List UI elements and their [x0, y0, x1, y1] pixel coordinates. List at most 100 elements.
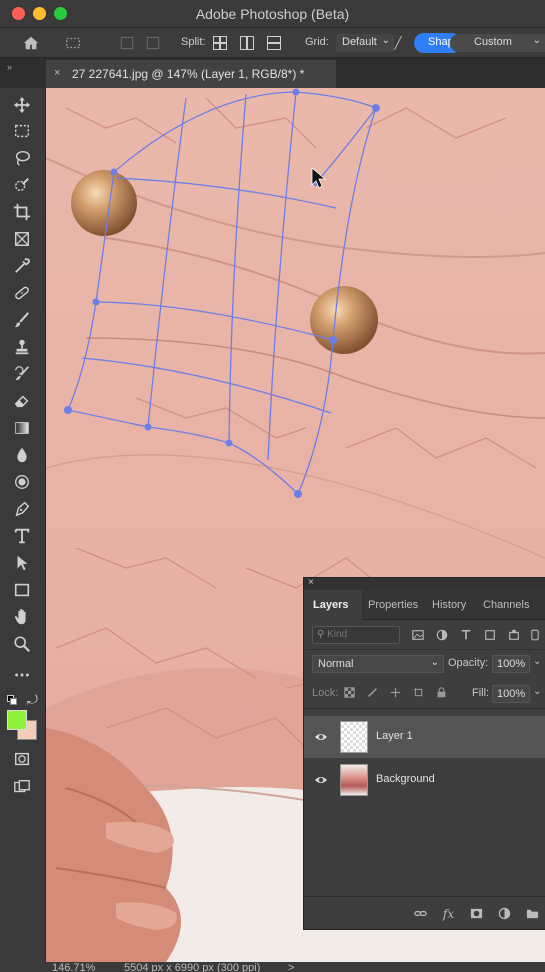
- brush-icon[interactable]: [8, 309, 36, 331]
- grid-select[interactable]: Default ⌄: [336, 34, 394, 52]
- layer-name: Layer 1: [376, 730, 413, 742]
- lock-position-icon[interactable]: [389, 686, 402, 699]
- blend-mode-value: Normal: [318, 658, 354, 670]
- tab-history[interactable]: History: [432, 599, 466, 611]
- layer-row-background[interactable]: Background: [304, 759, 545, 801]
- lock-artboard-icon[interactable]: [412, 686, 425, 699]
- pen-icon[interactable]: [8, 498, 36, 520]
- crop-icon[interactable]: [8, 201, 36, 223]
- custom-select-value: Custom: [474, 36, 512, 48]
- gradient-icon[interactable]: [8, 417, 36, 439]
- add-mask-icon[interactable]: [470, 907, 483, 920]
- search-icon: ⚲: [317, 629, 328, 640]
- document-tab-bar: » × 27 227641.jpg @ 147% (Layer 1, RGB/8…: [0, 58, 545, 88]
- layers-panel-tabs: Layers Properties History Channels: [304, 590, 545, 620]
- healing-icon[interactable]: [8, 282, 36, 304]
- chevron-down-icon: ⌄: [430, 657, 439, 668]
- tab-layers[interactable]: Layers: [313, 599, 348, 611]
- home-icon[interactable]: [20, 34, 42, 52]
- layer-filter-row: ⚲ Kind: [304, 620, 545, 650]
- chevron-down-icon: ⌄: [381, 35, 390, 46]
- hand-icon[interactable]: [8, 606, 36, 628]
- split-label: Split:: [181, 36, 206, 48]
- split-vertical-icon[interactable]: [240, 36, 254, 50]
- layer-row-layer-1[interactable]: Layer 1: [304, 716, 545, 758]
- layer-name: Background: [376, 773, 435, 785]
- zoom-icon[interactable]: [8, 633, 36, 655]
- filter-adjustment-icon[interactable]: [435, 628, 448, 641]
- lock-pixels-icon[interactable]: [366, 686, 379, 699]
- filter-toggle-icon[interactable]: [530, 628, 540, 641]
- lock-all-icon[interactable]: [435, 686, 448, 699]
- move-icon[interactable]: [8, 94, 36, 116]
- filter-type-icon[interactable]: [459, 628, 472, 641]
- type-icon[interactable]: [8, 525, 36, 547]
- custom-select[interactable]: Custom ⌄: [450, 34, 545, 52]
- redo-warp-icon[interactable]: [144, 34, 162, 52]
- fill-input[interactable]: 100%: [492, 685, 530, 703]
- document-size: 5504 px x 6990 px (300 ppi): [124, 962, 261, 972]
- visibility-eye-icon[interactable]: [314, 730, 328, 744]
- lock-label: Lock:: [312, 687, 339, 699]
- filter-pixel-icon[interactable]: [411, 628, 424, 641]
- history-brush-icon[interactable]: [8, 363, 36, 385]
- blend-mode-select[interactable]: Normal ⌄: [312, 655, 444, 673]
- split-cross-icon[interactable]: [213, 36, 227, 50]
- lasso-icon[interactable]: [8, 147, 36, 169]
- close-tab-icon[interactable]: ×: [54, 67, 60, 79]
- quick-mask-icon[interactable]: [8, 748, 36, 770]
- opacity-label: Opacity:: [448, 657, 489, 669]
- title-bar: Adobe Photoshop (Beta): [0, 0, 545, 28]
- layer-filter-input[interactable]: ⚲ Kind: [312, 626, 400, 644]
- layer-thumbnail: [340, 764, 368, 796]
- lock-transparent-icon[interactable]: [343, 686, 356, 699]
- quick-select-icon[interactable]: [8, 174, 36, 196]
- blend-row: Normal ⌄ Opacity: 100% ⌄: [304, 651, 545, 679]
- layers-panel-footer: fx: [304, 896, 545, 930]
- screen-mode-icon[interactable]: [8, 776, 36, 798]
- grid-select-value: Default: [342, 36, 377, 48]
- swap-colors-icon[interactable]: ⤾: [27, 692, 38, 708]
- more-icon[interactable]: [8, 664, 36, 686]
- path-select-icon[interactable]: [8, 552, 36, 574]
- dodge-icon[interactable]: [8, 471, 36, 493]
- eyedropper-icon[interactable]: [8, 255, 36, 277]
- collapse-panels-icon[interactable]: »: [7, 62, 12, 72]
- split-horizontal-icon[interactable]: [267, 36, 281, 50]
- stamp-icon[interactable]: [8, 336, 36, 358]
- document-tab[interactable]: × 27 227641.jpg @ 147% (Layer 1, RGB/8*)…: [46, 60, 336, 88]
- lock-row: Lock: Fill: 100% ⌄: [304, 681, 545, 709]
- document-tab-title: 27 227641.jpg @ 147% (Layer 1, RGB/8*) *: [72, 67, 305, 81]
- default-colors-icon[interactable]: [7, 695, 17, 705]
- undo-warp-icon[interactable]: [118, 34, 136, 52]
- status-bar: 146.71% 5504 px x 6990 px (300 ppi) >: [0, 962, 545, 972]
- filter-shape-icon[interactable]: [483, 628, 496, 641]
- frame-icon[interactable]: [8, 228, 36, 250]
- warp-handle-icon: ╱: [394, 36, 402, 50]
- tab-channels[interactable]: Channels: [483, 599, 529, 611]
- rectangle-icon[interactable]: [8, 579, 36, 601]
- layers-panel-header: ×: [304, 577, 545, 590]
- fx-icon[interactable]: fx: [442, 907, 455, 921]
- link-layers-icon[interactable]: [414, 907, 427, 920]
- opacity-input[interactable]: 100%: [492, 655, 530, 673]
- eraser-icon[interactable]: [8, 390, 36, 412]
- chevron-down-icon[interactable]: ⌄: [533, 656, 541, 667]
- tools-panel: ⤾: [0, 88, 46, 962]
- tool-preset-icon[interactable]: [62, 34, 84, 52]
- opacity-value: 100%: [497, 658, 526, 670]
- marquee-icon[interactable]: [8, 120, 36, 142]
- close-panel-icon[interactable]: ×: [308, 577, 314, 588]
- blur-icon[interactable]: [8, 444, 36, 466]
- new-group-icon[interactable]: [526, 907, 539, 920]
- foreground-color-swatch[interactable]: [7, 710, 27, 730]
- tab-properties[interactable]: Properties: [368, 599, 418, 611]
- layer-filter-placeholder: Kind: [327, 629, 348, 640]
- filter-smart-object-icon[interactable]: [507, 628, 520, 641]
- status-menu-arrow[interactable]: >: [288, 962, 294, 972]
- zoom-level[interactable]: 146.71%: [52, 962, 95, 972]
- adjustment-layer-icon[interactable]: [498, 907, 511, 920]
- chevron-down-icon[interactable]: ⌄: [533, 686, 541, 697]
- chevron-down-icon: ⌄: [532, 35, 541, 46]
- visibility-eye-icon[interactable]: [314, 773, 328, 787]
